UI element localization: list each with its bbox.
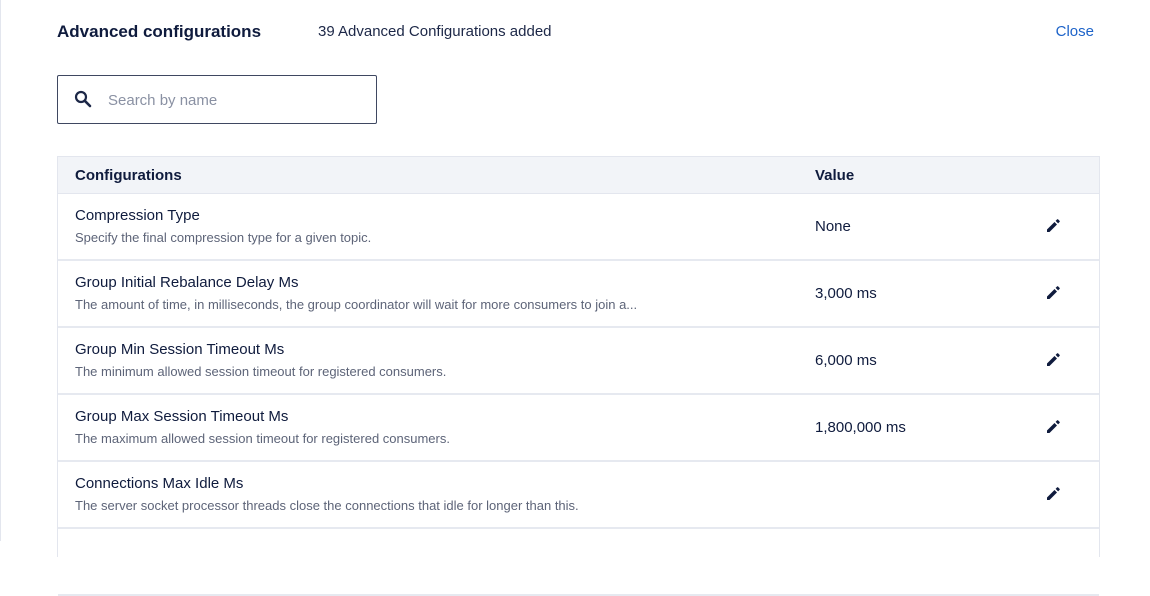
pencil-icon[interactable] xyxy=(1045,218,1061,234)
config-name: Connections Max Idle Ms xyxy=(75,475,244,492)
panel-left-border xyxy=(0,0,1,541)
config-name: Group Initial Rebalance Delay Ms xyxy=(75,274,299,291)
close-button[interactable]: Close xyxy=(1056,23,1094,40)
pencil-icon[interactable] xyxy=(1045,419,1061,435)
table-row xyxy=(58,529,1099,596)
table-row: Group Initial Rebalance Delay Ms The amo… xyxy=(58,261,1099,328)
search-input[interactable] xyxy=(106,88,365,112)
config-value: None xyxy=(815,218,851,235)
config-name: Group Min Session Timeout Ms xyxy=(75,341,285,358)
pencil-icon[interactable] xyxy=(1045,486,1061,502)
table-row: Compression Type Specify the final compr… xyxy=(58,194,1099,261)
column-header-configurations: Configurations xyxy=(75,167,182,184)
panel-header: Advanced configurations 39 Advanced Conf… xyxy=(57,18,1094,48)
config-value: 3,000 ms xyxy=(815,285,877,302)
search-icon xyxy=(74,90,92,108)
table-row: Connections Max Idle Ms The server socke… xyxy=(58,462,1099,529)
configurations-count: 39 Advanced Configurations added xyxy=(318,23,552,40)
config-name: Compression Type xyxy=(75,207,200,224)
pencil-icon[interactable] xyxy=(1045,352,1061,368)
page-title: Advanced configurations xyxy=(57,22,262,41)
configurations-table: Configurations Value Compression Type Sp… xyxy=(57,156,1100,596)
config-description: Specify the final compression type for a… xyxy=(75,230,372,245)
pencil-icon[interactable] xyxy=(1045,285,1061,301)
config-name: Group Max Session Timeout Ms xyxy=(75,408,289,425)
table-header: Configurations Value xyxy=(58,157,1099,194)
config-description: The amount of time, in milliseconds, the… xyxy=(75,297,638,312)
config-description: The server socket processor threads clos… xyxy=(75,498,579,513)
config-description: The maximum allowed session timeout for … xyxy=(75,431,450,446)
table-row: Group Min Session Timeout Ms The minimum… xyxy=(58,328,1099,395)
config-description: The minimum allowed session timeout for … xyxy=(75,364,447,379)
table-row: Group Max Session Timeout Ms The maximum… xyxy=(58,395,1099,462)
search-box[interactable] xyxy=(57,75,377,124)
config-value: 1,800,000 ms xyxy=(815,419,906,436)
column-header-value: Value xyxy=(815,167,855,184)
config-value: 6,000 ms xyxy=(815,352,877,369)
